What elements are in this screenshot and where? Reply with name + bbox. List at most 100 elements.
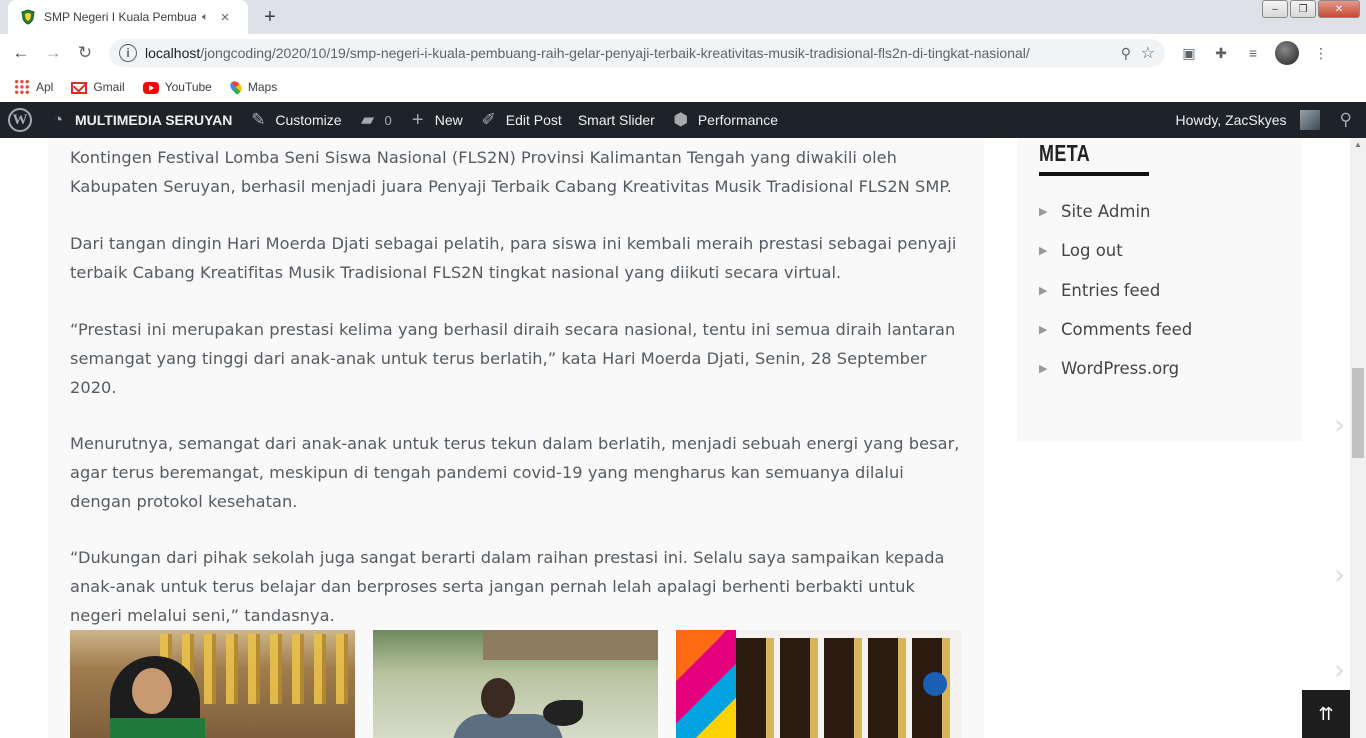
scrollbar-thumb[interactable] <box>1352 368 1364 458</box>
pencil-icon: ✐ <box>481 110 496 129</box>
new-content-menu[interactable]: + New <box>400 102 471 138</box>
widget-title: META <box>1039 140 1091 166</box>
meta-link-wordpress-org[interactable]: ▶ WordPress.org <box>1039 349 1192 388</box>
comments-link[interactable]: ▰ 0 <box>350 102 400 138</box>
slider-chevron-icon[interactable]: › <box>1334 408 1345 441</box>
wp-admin-bar: W ◔ MULTIMEDIA SERUYAN ✎ Customize ▰ 0 +… <box>0 102 1366 138</box>
meta-widget: META ▶ Site Admin ▶ Log out ▶ Entries feed … <box>1017 138 1302 441</box>
customize-link[interactable]: ✎ Customize <box>240 102 349 138</box>
performance-label: Performance <box>697 112 778 128</box>
bookmark-gmail[interactable]: Gmail <box>71 80 125 94</box>
site-info-icon[interactable]: i <box>119 44 137 62</box>
browser-tab[interactable]: SMP Negeri I Kuala Pembuang 🔈︎ × <box>8 0 248 34</box>
bookmark-label: Maps <box>247 80 278 94</box>
widget-title-underline <box>1039 172 1149 176</box>
bookmark-star-icon[interactable]: ☆ <box>1141 43 1155 63</box>
tab-title: SMP Negeri I Kuala Pembuang <box>44 10 196 24</box>
bookmark-label: YouTube <box>164 80 212 94</box>
back-arrow-icon[interactable]: ← <box>5 37 37 69</box>
plus-icon: + <box>411 108 424 131</box>
meta-links: ▶ Site Admin ▶ Log out ▶ Entries feed ▶ Comm… <box>1039 192 1192 388</box>
page-content: Kontingen Festival Lomba Seni Siswa Nasi… <box>0 138 1350 738</box>
admin-bar-right: Howdy, ZacSkyes ⚲ <box>1168 102 1366 138</box>
extension-icon[interactable]: ▣ <box>1179 43 1199 63</box>
performance-cube-icon: ⬢ <box>673 110 689 129</box>
bookmark-apps[interactable]: Apl <box>14 79 53 95</box>
menu-kebab-icon[interactable]: ⋮ <box>1311 43 1331 63</box>
speaker-icon[interactable]: 🔈︎ <box>202 11 209 24</box>
meta-link-label: WordPress.org <box>1061 359 1180 379</box>
person-shirt <box>110 718 205 738</box>
site-name-menu[interactable]: ◔ MULTIMEDIA SERUYAN <box>40 102 240 138</box>
address-bar[interactable]: i localhost/jongcoding/2020/10/19/smp-ne… <box>109 39 1165 67</box>
chevron-right-icon: ▶ <box>1039 323 1048 337</box>
site-name: MULTIMEDIA SERUYAN <box>75 112 233 128</box>
performance-menu[interactable]: ⬢ Performance <box>663 102 786 138</box>
hut-roof <box>483 630 658 660</box>
bookmark-label: Apl <box>36 80 54 94</box>
bookmark-maps[interactable]: Maps <box>227 79 278 95</box>
event-banner-shapes <box>676 630 736 738</box>
reload-icon[interactable]: ↻ <box>69 37 101 69</box>
window-controls: ‒ ❐ ✕ <box>1262 0 1360 18</box>
dashboard-gauge-icon: ◔ <box>52 110 64 129</box>
article-paragraph: Kontingen Festival Lomba Seni Siswa Nasi… <box>70 148 952 196</box>
gmail-icon <box>71 82 88 94</box>
zoom-icon[interactable]: ⚲ <box>1121 45 1131 62</box>
meta-link-site-admin[interactable]: ▶ Site Admin <box>1039 192 1192 231</box>
paintbrush-icon: ✎ <box>251 110 266 129</box>
forward-arrow-icon[interactable]: → <box>37 37 69 69</box>
gallery-image-dancers[interactable] <box>676 630 961 738</box>
meta-link-comments-feed[interactable]: ▶ Comments feed <box>1039 310 1192 349</box>
gallery-image-trophies[interactable] <box>70 630 355 738</box>
meta-link-label: Site Admin <box>1061 202 1151 222</box>
bookmark-label: Gmail <box>93 80 125 94</box>
page-scrollbar[interactable]: ▲ <box>1350 138 1366 738</box>
puzzle-extensions-icon[interactable]: ✚ <box>1211 43 1231 63</box>
meta-link-log-out[interactable]: ▶ Log out <box>1039 231 1192 270</box>
article-paragraph: “Prestasi ini merupakan prestasi kelima … <box>70 320 956 397</box>
back-to-top-button[interactable]: ⇈ <box>1302 690 1350 738</box>
article-paragraph: Menurutnya, semangat dari anak-anak untu… <box>70 434 960 511</box>
close-window-button[interactable]: ✕ <box>1318 0 1360 18</box>
article-paragraph: Dari tangan dingin Hari Moerda Djati seb… <box>70 234 957 282</box>
media-queue-icon[interactable]: ≡ <box>1243 43 1263 63</box>
hornbill-figure <box>543 700 583 726</box>
chevron-right-icon: ▶ <box>1039 283 1048 297</box>
chevron-right-icon: ▶ <box>1039 362 1048 376</box>
wp-logo-menu[interactable]: W <box>0 102 40 138</box>
browser-tab-strip: SMP Negeri I Kuala Pembuang 🔈︎ × + ‒ ❐ ✕ <box>0 0 1366 34</box>
new-tab-button[interactable]: + <box>256 4 284 30</box>
comment-bubble-icon: ▰ <box>360 110 375 129</box>
maps-icon <box>227 79 244 95</box>
chevron-right-icon: ▶ <box>1039 205 1048 219</box>
bookmarks-bar: Apl Gmail YouTube Maps <box>0 72 1366 102</box>
smart-slider-link[interactable]: Smart Slider <box>570 102 663 138</box>
edit-post-link[interactable]: ✐ Edit Post <box>471 102 570 138</box>
tab-close-icon[interactable]: × <box>221 10 230 25</box>
scroll-up-arrow-icon[interactable]: ▲ <box>1354 140 1362 149</box>
slider-chevron-icon[interactable]: › <box>1334 558 1345 591</box>
meta-link-label: Entries feed <box>1061 280 1161 300</box>
person-face <box>132 668 172 714</box>
slider-chevron-icon[interactable]: › <box>1334 653 1345 686</box>
url-path: /jongcoding/2020/10/19/smp-negeri-i-kual… <box>200 45 1030 61</box>
wordpress-logo-icon: W <box>8 108 32 132</box>
chevron-right-icon: ▶ <box>1039 244 1048 258</box>
gallery-image-coach[interactable] <box>373 630 658 738</box>
account-menu[interactable]: Howdy, ZacSkyes <box>1168 102 1328 138</box>
school-shield-icon <box>21 9 35 25</box>
gallery <box>70 630 961 738</box>
extension-icons: ▣ ✚ ≡ ⋮ <box>1179 41 1331 65</box>
meta-link-label: Comments feed <box>1061 320 1193 340</box>
url-text[interactable]: localhost/jongcoding/2020/10/19/smp-nege… <box>145 45 1105 61</box>
search-icon[interactable]: ⚲ <box>1328 110 1366 130</box>
meta-link-entries-feed[interactable]: ▶ Entries feed <box>1039 271 1192 310</box>
user-avatar <box>1299 110 1320 130</box>
restore-button[interactable]: ❐ <box>1290 0 1316 18</box>
bookmark-youtube[interactable]: YouTube <box>142 80 212 94</box>
profile-avatar-icon[interactable] <box>1275 41 1299 65</box>
minimize-button[interactable]: ‒ <box>1262 0 1288 18</box>
apps-grid-icon <box>14 79 30 95</box>
person-head <box>481 678 515 718</box>
